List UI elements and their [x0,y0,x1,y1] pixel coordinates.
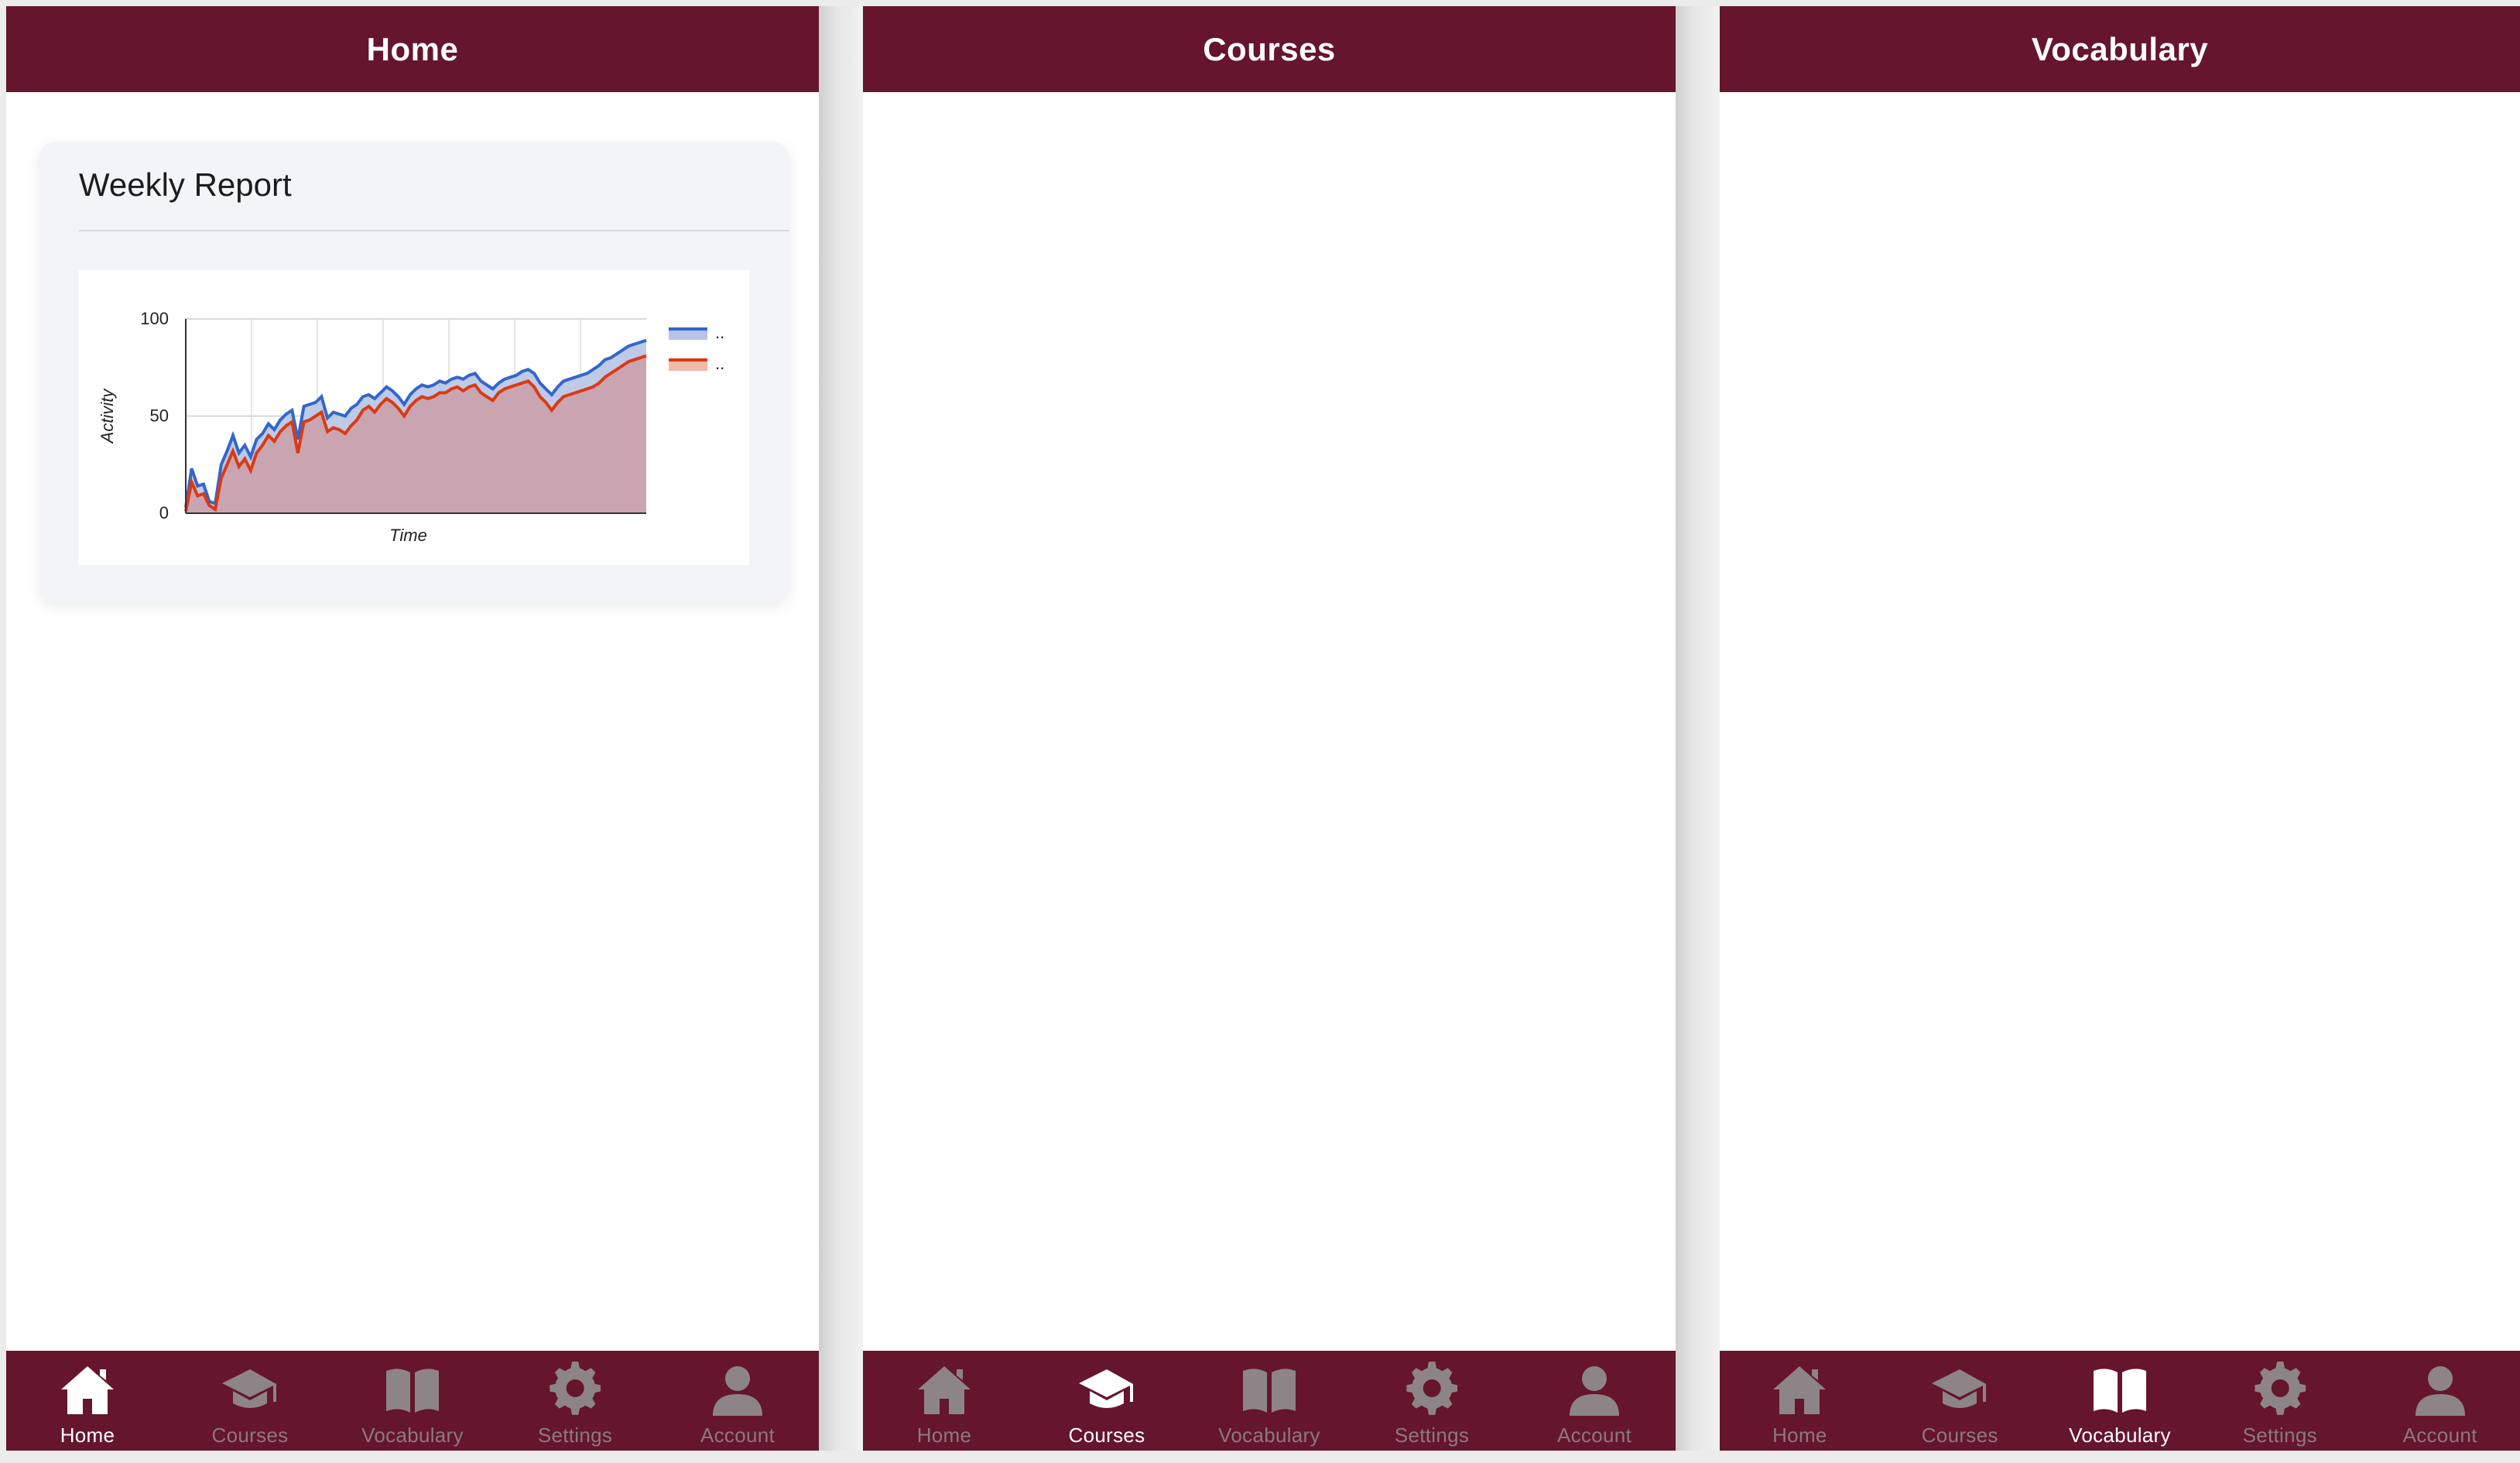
header-bar: Home [6,6,819,92]
tab-settings[interactable]: Settings [1351,1351,1513,1451]
tab-vocabulary[interactable]: Vocabulary [2040,1351,2200,1451]
tab-bar: Home Courses Vocabulary Settings Account [6,1351,819,1451]
tab-vocabulary[interactable]: Vocabulary [1188,1351,1351,1451]
screen-separator [819,6,863,1451]
tab-label: Courses [1068,1424,1145,1447]
tab-label: Account [700,1424,776,1447]
tab-account[interactable]: Account [656,1351,819,1451]
legend-swatch [669,360,707,371]
y-tick-label: 100 [140,309,169,328]
header-bar: Vocabulary [1720,6,2520,92]
header-bar: Courses [863,6,1676,92]
tab-label: Vocabulary [2069,1424,2171,1447]
screen-separator [1676,6,1720,1451]
tab-vocabulary[interactable]: Vocabulary [331,1351,494,1451]
tab-label: Account [2402,1424,2477,1447]
tab-bar: Home Courses Vocabulary Settings Account [1720,1351,2520,1451]
y-tick-label: 0 [159,503,169,522]
tab-courses[interactable]: Courses [169,1351,331,1451]
tab-label: Home [1772,1424,1827,1447]
tab-account[interactable]: Account [1513,1351,1676,1451]
house-icon [1773,1366,1827,1414]
tab-settings[interactable]: Settings [2200,1351,2360,1451]
tab-label: Vocabulary [361,1424,464,1447]
tab-label: Vocabulary [1218,1424,1320,1447]
tab-home[interactable]: Home [1720,1351,1880,1451]
open-book-icon [1243,1369,1296,1413]
page-title: Home [366,30,459,67]
x-axis-title: Time [389,526,427,545]
vocabulary-screen: Vocabulary Home Courses Vocabulary Settings… [1720,6,2520,1451]
graduation-cap-icon [1079,1369,1133,1408]
legend-swatch [669,329,707,340]
card-divider [79,230,789,231]
tab-label: Settings [537,1424,613,1447]
y-axis-title: Activity [98,388,117,445]
tab-label: Courses [1921,1424,1998,1447]
tab-settings[interactable]: Settings [494,1351,656,1451]
tab-home[interactable]: Home [863,1351,1025,1451]
y-tick-label: 50 [150,406,169,426]
user-icon [1570,1366,1619,1416]
legend-label: .. [715,354,724,373]
open-book-icon [2093,1369,2146,1413]
tab-home[interactable]: Home [6,1351,169,1451]
tab-bar: Home Courses Vocabulary Settings Account [863,1351,1676,1451]
chart-svg: 0 50 100 Time Activity.... [98,309,724,545]
user-icon [713,1366,762,1416]
gear-icon [1406,1362,1457,1415]
card-title: Weekly Report [79,166,292,203]
tab-label: Settings [1394,1424,1470,1447]
tab-label: Home [60,1424,115,1447]
activity-chart: 0 50 100 Time Activity.... [79,270,749,565]
weekly-report-card: Weekly Report 0 50 100 Time Activity.... [39,142,789,602]
gear-icon [550,1362,601,1415]
page-title: Courses [1203,30,1336,67]
tab-label: Home [916,1424,972,1447]
page-title: Vocabulary [2031,30,2209,67]
home-screen: Home Weekly Report 0 50 100 Time Activity...… [6,6,819,1451]
legend-label: .. [715,323,724,342]
courses-screen: Courses Home Courses Vocabulary Settings Acc… [863,6,1676,1451]
user-icon [2415,1366,2465,1416]
tab-label: Courses [211,1424,289,1447]
house-icon [918,1366,971,1414]
open-book-icon [386,1369,439,1413]
house-icon [61,1366,114,1414]
tab-label: Settings [2242,1424,2317,1447]
graduation-cap-icon [222,1369,276,1408]
tab-courses[interactable]: Courses [1880,1351,2040,1451]
gear-icon [2255,1362,2306,1415]
graduation-cap-icon [1932,1369,1987,1408]
tab-account[interactable]: Account [2360,1351,2520,1451]
tab-label: Account [1556,1424,1632,1447]
tab-courses[interactable]: Courses [1025,1351,1188,1451]
